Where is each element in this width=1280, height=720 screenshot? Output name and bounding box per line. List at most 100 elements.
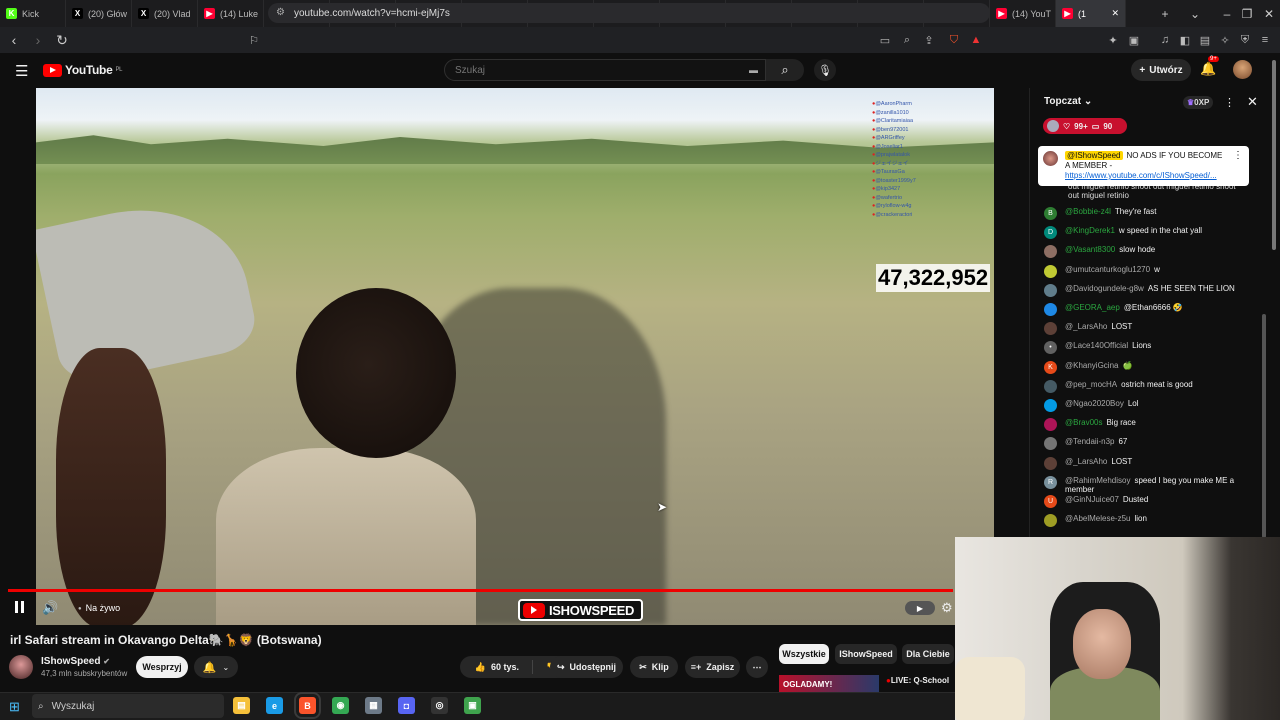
chat-author[interactable]: @GinNJuice07	[1065, 495, 1119, 504]
avatar[interactable]	[1044, 303, 1057, 316]
avatar[interactable]: D	[1044, 226, 1057, 240]
live-progress-bar[interactable]	[8, 589, 953, 592]
avatar[interactable]	[1044, 283, 1057, 297]
like-button[interactable]: 👍 60 tys.	[475, 662, 519, 673]
forward-icon[interactable]: ›	[28, 30, 48, 50]
chat-engagement-bar[interactable]: ♡ 99+ ▭ 90	[1043, 118, 1127, 134]
search-input[interactable]	[455, 64, 735, 76]
create-button[interactable]: + Utwórz	[1131, 59, 1191, 81]
chat-author[interactable]: @KhanyiGcina	[1065, 361, 1118, 370]
more-actions-button[interactable]: ⋯	[746, 656, 768, 678]
keyboard-icon[interactable]: ▬	[749, 65, 758, 75]
settings-gear-icon[interactable]: ⚙	[941, 600, 953, 616]
chip-for-you[interactable]: Dla Ciebie	[902, 644, 954, 664]
save-button[interactable]: ≡+ Zapisz	[685, 656, 740, 678]
zoom-icon[interactable]: ⌕	[898, 31, 916, 49]
recommended-live-title[interactable]: LIVE: Q-School	[886, 676, 949, 685]
edge-icon[interactable]: e	[266, 697, 283, 714]
browser-tab[interactable]: ▶ (14) Luke	[198, 0, 264, 27]
chat-author[interactable]: @umutcanturkoglu1270	[1065, 265, 1150, 274]
wallet-icon[interactable]: ▤	[1196, 31, 1214, 49]
avatar[interactable]	[1044, 456, 1057, 470]
avatar[interactable]	[1044, 437, 1057, 451]
menu-icon[interactable]: ≡	[1256, 31, 1274, 49]
hamburger-menu-icon[interactable]: ☰	[15, 62, 28, 80]
avatar[interactable]	[1044, 245, 1057, 259]
chat-author[interactable]: @Davidogundele-g8w	[1065, 284, 1144, 293]
obs-icon[interactable]: ◎	[431, 697, 448, 714]
channel-name[interactable]: IShowSpeed ✔	[41, 656, 110, 667]
chip-all[interactable]: Wszystkie	[779, 644, 829, 664]
search-button[interactable]: ⌕	[766, 59, 804, 81]
pinned-more-icon[interactable]: ⋮	[1233, 151, 1243, 161]
screenshot-icon[interactable]: ▣	[1125, 31, 1143, 49]
share-button[interactable]: ↪ Udostępnij	[550, 656, 623, 678]
chat-author[interactable]: @pep_mocHA	[1065, 380, 1117, 389]
chat-author[interactable]: @Bobbie-z4l	[1065, 207, 1111, 216]
chat-author[interactable]: @_LarsAho	[1065, 457, 1107, 466]
chat-author[interactable]: @Vasant8300	[1065, 245, 1115, 254]
back-icon[interactable]: ‹	[4, 30, 24, 50]
app-icon[interactable]: ▦	[365, 697, 382, 714]
brave-rewards-icon[interactable]: ▲	[967, 31, 985, 49]
close-tab-icon[interactable]: ✕	[1111, 8, 1119, 19]
account-avatar[interactable]	[1233, 60, 1252, 79]
chat-more-icon[interactable]: ⋮	[1224, 96, 1235, 109]
browser-tab[interactable]: ▶ (1 ✕	[1056, 0, 1126, 27]
gamepad-icon[interactable]: ▣	[464, 697, 481, 714]
sidebar-icon[interactable]: ◧	[1176, 31, 1194, 49]
voice-search-button[interactable]: 🎙	[814, 59, 836, 81]
chat-author[interactable]: @Tendaii-n3p	[1065, 437, 1114, 446]
chat-scrollbar[interactable]	[1262, 314, 1266, 538]
autoplay-toggle[interactable]: ▶	[905, 601, 935, 615]
music-icon[interactable]: ♫	[1156, 31, 1174, 49]
chat-author[interactable]: @Ngao2020Boy	[1065, 399, 1124, 408]
vpn-icon[interactable]: ⛨	[1236, 31, 1254, 49]
taskbar-search[interactable]: ⌕ Wyszukaj	[32, 694, 224, 718]
chat-close-icon[interactable]: ✕	[1247, 94, 1258, 110]
extensions-icon[interactable]: ✦	[1104, 31, 1122, 49]
search-box[interactable]: ▬	[444, 59, 766, 81]
avatar[interactable]	[1044, 322, 1057, 336]
address-bar[interactable]: ⚙ youtube.com/watch?v=hcmi-ejMj7s	[268, 3, 990, 23]
avatar[interactable]	[1044, 514, 1057, 528]
avatar[interactable]: R	[1044, 475, 1057, 489]
page-scrollbar[interactable]	[1272, 60, 1276, 250]
xp-badge[interactable]: 0XP	[1183, 96, 1214, 109]
pinned-link[interactable]: https://www.youtube.com/c/IShowSpeed/...	[1065, 171, 1217, 180]
chat-mode-selector[interactable]: Topczat ⌄	[1044, 96, 1092, 107]
cast-icon[interactable]: ▭	[876, 31, 894, 49]
chat-author[interactable]: @GEORA_aep	[1065, 303, 1120, 312]
chat-author[interactable]: @Lace140Official	[1065, 341, 1128, 350]
browser-tab[interactable]: K Kick	[0, 0, 66, 27]
youtube-logo[interactable]: YouTube PL	[43, 63, 122, 77]
volume-icon[interactable]: 🔊	[42, 600, 58, 616]
site-settings-icon[interactable]: ⚙	[276, 7, 285, 18]
avatar[interactable]: U	[1044, 495, 1057, 508]
browser-tab[interactable]: X (20) Vlad	[132, 0, 198, 27]
chrome-icon[interactable]: ◉	[332, 697, 349, 714]
avatar[interactable]	[1044, 418, 1057, 432]
avatar[interactable]	[1044, 264, 1057, 278]
live-indicator[interactable]: Na żywo	[78, 603, 121, 613]
chip-channel[interactable]: IShowSpeed	[835, 644, 897, 664]
avatar[interactable]: •	[1044, 341, 1057, 355]
close-window-button[interactable]: ✕	[1250, 0, 1280, 27]
file-explorer-icon[interactable]: ▤	[233, 697, 250, 714]
avatar[interactable]: K	[1044, 360, 1057, 374]
subscription-bell-button[interactable]: 🔔 ⌄	[194, 656, 238, 678]
chat-author[interactable]: @_LarsAho	[1065, 322, 1107, 331]
brave-shields-icon[interactable]: ⛉	[945, 31, 963, 49]
chat-author[interactable]: @AbelMelese-z5u	[1065, 514, 1130, 523]
reload-icon[interactable]: ↻	[52, 30, 72, 50]
avatar[interactable]: B	[1044, 207, 1057, 220]
chat-author[interactable]: @KingDerek1	[1065, 226, 1115, 235]
discord-icon[interactable]: ◘	[398, 697, 415, 714]
windows-start-icon[interactable]: ⊞	[9, 699, 20, 715]
pause-button[interactable]	[12, 601, 26, 615]
leo-ai-icon[interactable]: ✧	[1216, 31, 1234, 49]
browser-tab[interactable]: X (20) Głów	[66, 0, 132, 27]
video-player[interactable]: @AaronPharm@zanilla1010@Claritamiaiaa@be…	[36, 88, 994, 625]
support-button[interactable]: Wesprzyj	[136, 656, 188, 678]
bookmark-icon[interactable]: ⚐	[245, 31, 263, 49]
